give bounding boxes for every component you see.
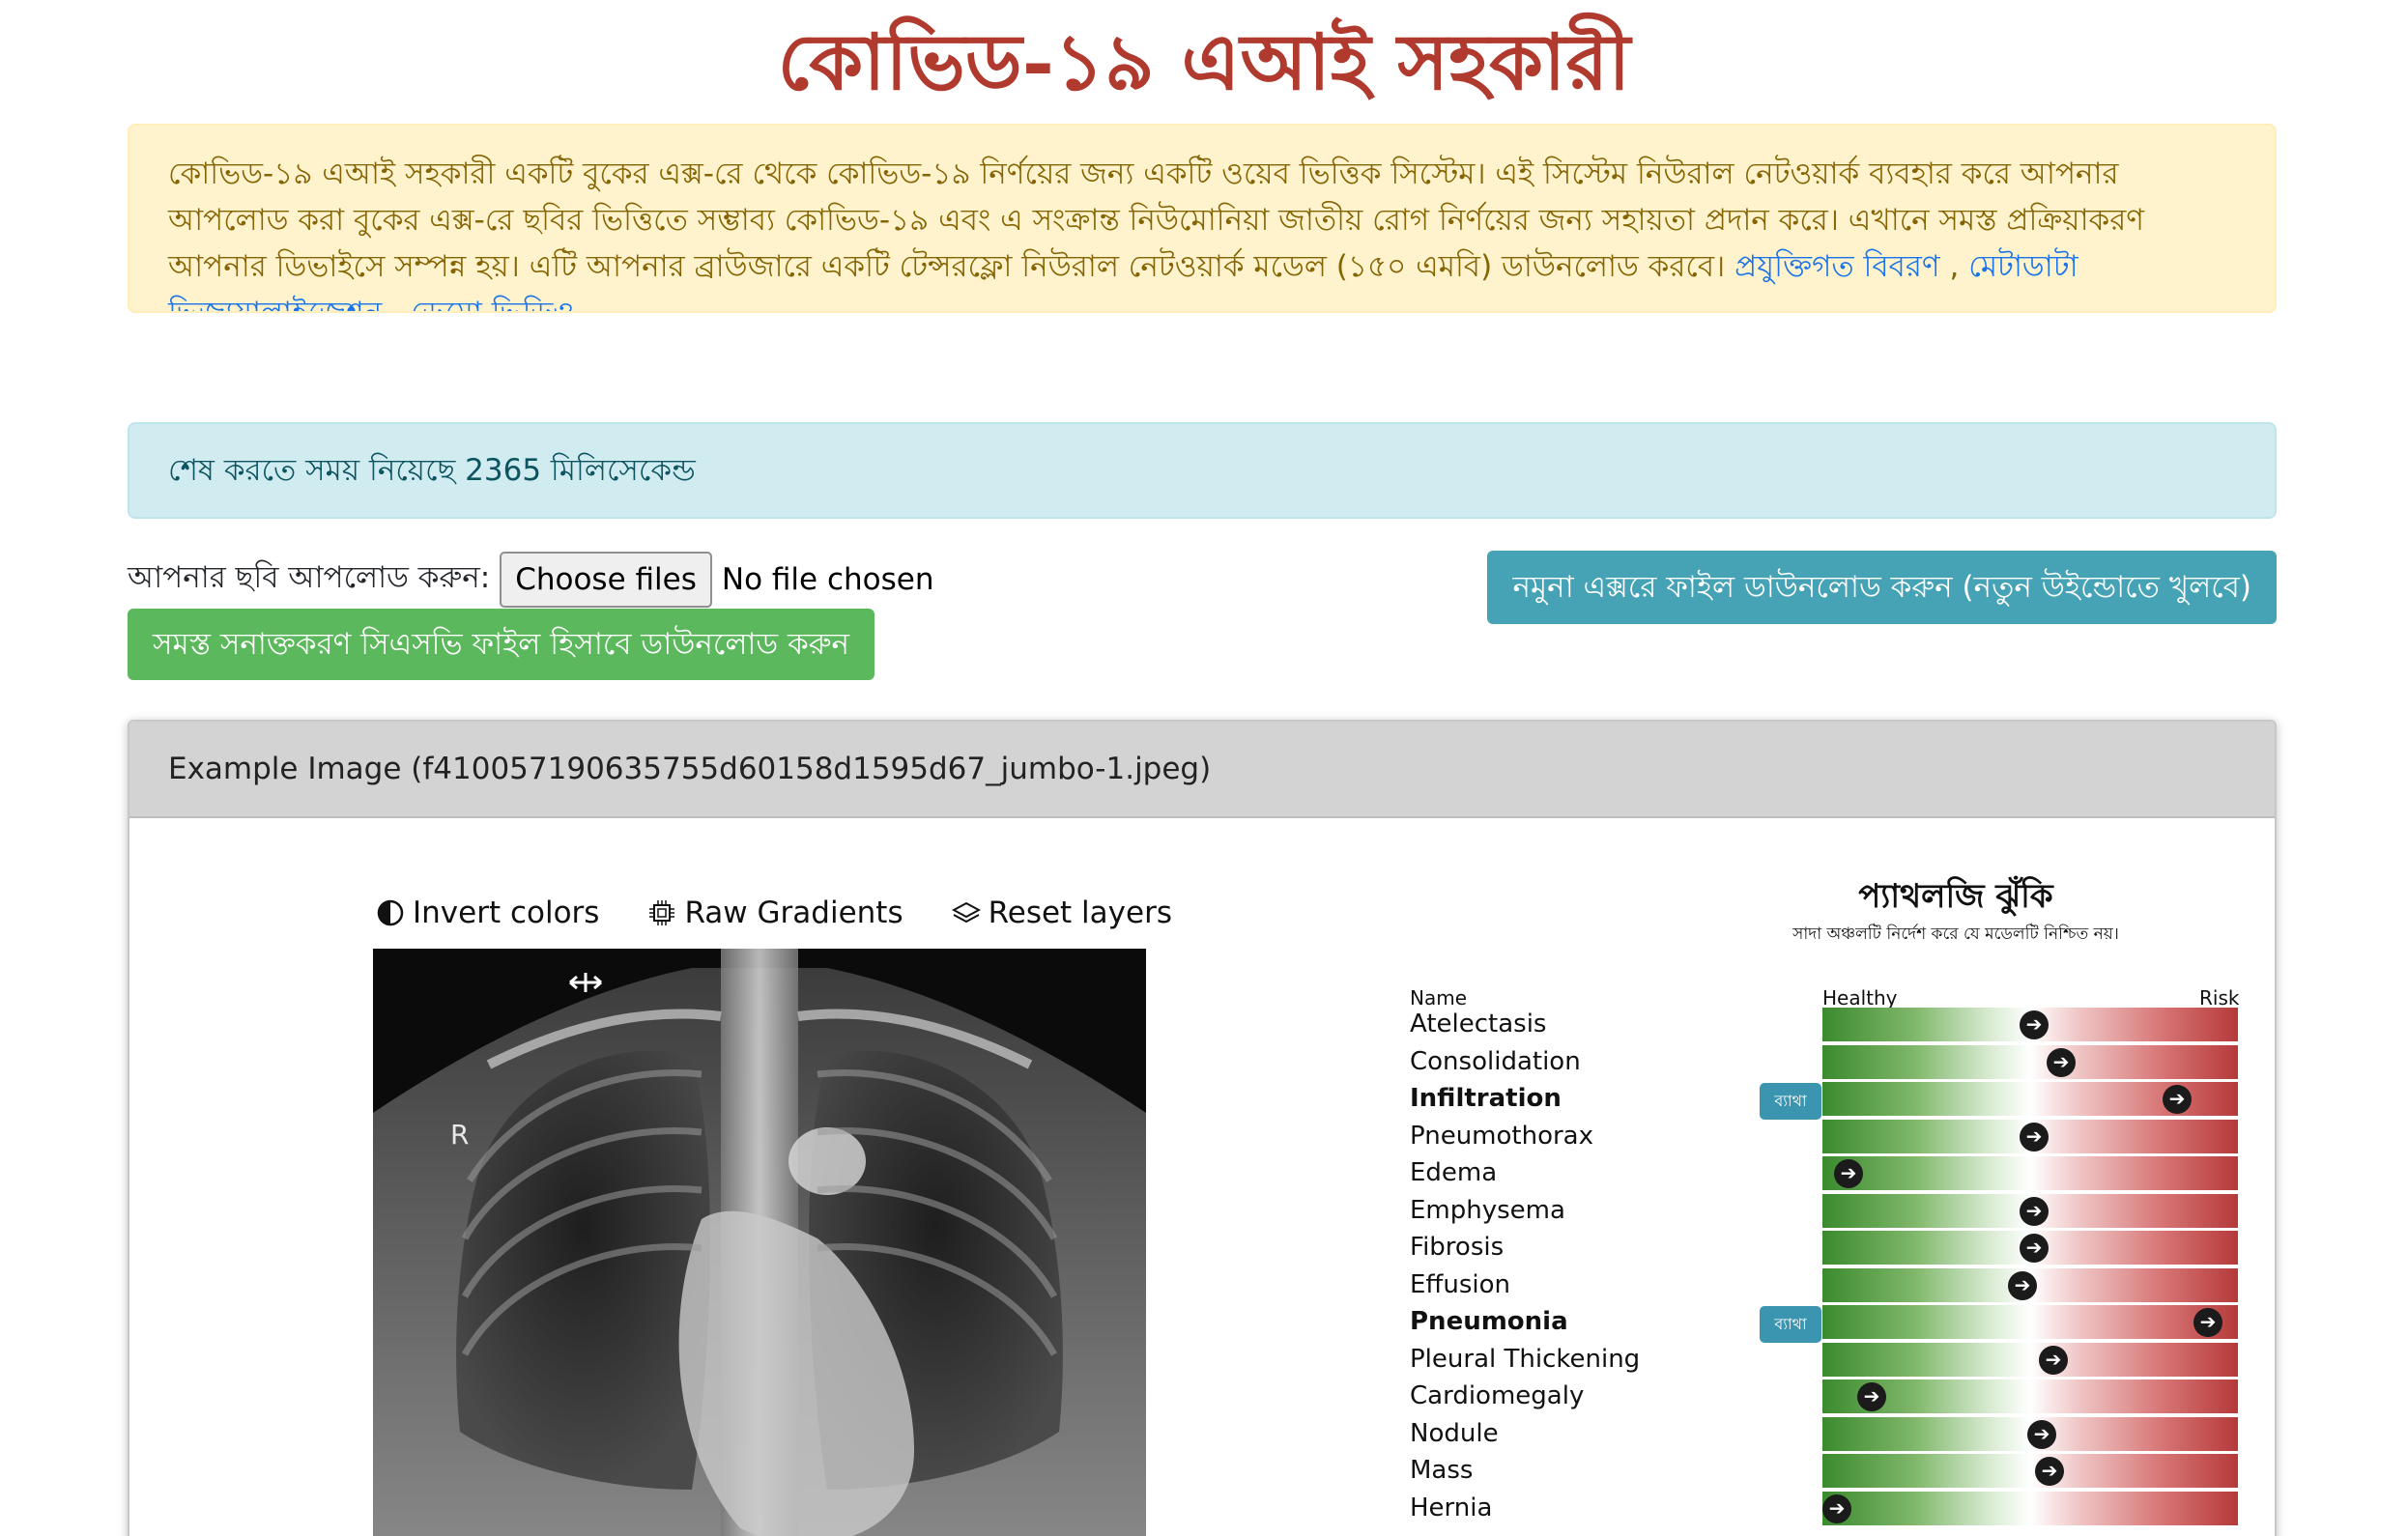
download-csv-button[interactable]: সমস্ত সনাক্তকরণ সিএসভি ফাইল হিসাবে ডাউনল… [128,609,875,680]
pathology-row: Pneumonia ব্যাথা ➔ [1410,1305,2275,1343]
chip-icon [649,900,675,925]
pathology-name: Pneumonia [1410,1307,1568,1336]
arrow-right-icon: ➔ [2035,1457,2064,1486]
arrow-right-icon: ➔ [2020,1196,2049,1226]
pathology-name: Effusion [1410,1269,1510,1299]
example-image-card: Example Image (f410057190635755d60158d15… [128,720,2277,1536]
invert-colors-label: Invert colors [413,896,600,930]
risk-gradient-bar: ➔ [1822,1231,2238,1265]
upload-row: আপনার ছবি আপলোড করুন: Choose files No fi… [128,551,933,609]
risk-gradient-bar: ➔ [1822,1119,2238,1153]
pathology-row: Fibrosis ➔ [1410,1231,2275,1268]
risk-gradient-bar: ➔ [1822,1193,2238,1228]
risk-gradient-bar: ➔ [1822,1454,2238,1488]
pathology-row: Mass ➔ [1410,1454,2275,1492]
risk-gradient-bar: ➔ [1822,1491,2238,1525]
arrow-right-icon: ➔ [2039,1345,2068,1375]
chest-xray-image[interactable]: R [373,949,1146,1536]
pathology-row: Hernia ➔ [1410,1491,2275,1529]
risk-gradient-bar: ➔ [1822,1416,2238,1451]
pathology-name: Nodule [1410,1418,1499,1448]
risk-gradient-bar: ➔ [1822,1044,2238,1079]
pathology-row: Atelectasis ➔ [1410,1008,2275,1045]
choose-files-button[interactable]: Choose files [500,552,712,608]
pathology-name: Fibrosis [1410,1233,1505,1262]
arrow-right-icon: ➔ [2020,1234,2049,1263]
pathology-name: Edema [1410,1158,1498,1187]
pathology-row: Pneumothorax ➔ [1410,1119,2275,1157]
arrow-right-icon: ➔ [2008,1270,2037,1300]
pathology-name: Cardiomegaly [1410,1381,1585,1410]
link-separator: , [1949,249,1960,284]
pathology-row: Nodule ➔ [1410,1416,2275,1455]
pathology-name: Pleural Thickening [1410,1344,1641,1374]
reset-layers-button[interactable]: Reset layers [951,896,1172,930]
arrow-right-icon: ➔ [2020,1010,2049,1039]
pathology-name: Infiltration [1410,1084,1562,1113]
risk-gradient-bar: ➔ [1822,1008,2238,1041]
pathology-row: Edema ➔ [1410,1156,2275,1194]
risk-gradient-bar: ➔ [1822,1380,2238,1413]
link-separator: , [391,296,401,313]
arrow-right-icon: ➔ [2027,1419,2056,1449]
link-technical-details[interactable]: প্রযুক্তিগত বিবরণ [1734,249,1940,284]
pathology-row: Cardiomegaly ➔ [1410,1380,2275,1417]
xray-render [373,949,1146,1536]
column-name-header: Name [1410,986,1468,1010]
upload-label: আপনার ছবি আপলোড করুন: [128,560,491,595]
status-alert: শেষ করতে সময় নিয়েছে 2365 মিলিসেকেন্ড [128,422,2277,519]
arrow-right-icon: ➔ [1834,1159,1863,1188]
pathology-name: Emphysema [1410,1195,1565,1225]
flag-badge[interactable]: ব্যাথা [1760,1306,1821,1343]
risk-gradient-bar: ➔ [1822,1267,2238,1302]
pathology-rows: Atelectasis ➔ Consolidation ➔ Infiltration ব্… [1410,1008,2275,1529]
risk-gradient-bar: ➔ [1822,1342,2238,1377]
contrast-icon [377,899,404,926]
pathology-row: Consolidation ➔ [1410,1044,2275,1083]
download-sample-xray-button[interactable]: নমুনা এক্সরে ফাইল ডাউনলোড করুন (নতুন উইন… [1487,551,2277,624]
raw-gradients-label: Raw Gradients [684,896,903,930]
invert-colors-button[interactable]: Invert colors [376,896,599,930]
risk-gradient-bar: ➔ [1822,1156,2238,1190]
intro-alert: কোভিড-১৯ এআই সহকারী একটি বুকের এক্স-রে থ… [128,124,2277,313]
resize-cursor-icon [569,973,602,992]
pathology-row: Pleural Thickening ➔ [1410,1342,2275,1380]
arrow-right-icon: ➔ [2163,1085,2192,1114]
raw-gradients-button[interactable]: Raw Gradients [647,896,903,930]
pathology-name: Hernia [1410,1493,1493,1522]
flag-badge[interactable]: ব্যাথা [1760,1083,1821,1120]
card-header: Example Image (f410057190635755d60158d15… [129,722,2275,818]
risk-gradient-bar: ➔ [1822,1305,2238,1339]
image-toolbar: Invert colors Raw Gradients Reset layers [376,896,1172,930]
pathology-risk-title: প্যাথলজি ঝুঁকি [1858,877,2053,916]
arrow-right-icon: ➔ [2193,1308,2222,1337]
arrow-right-icon: ➔ [2020,1122,2049,1152]
page-title: কোভিড-১৯ এআই সহকারী [777,16,1631,107]
pathology-name: Consolidation [1410,1046,1581,1076]
link-demo-video[interactable]: ডেমো ভিডিও [411,296,575,311]
column-risk-header: Risk [2199,986,2240,1010]
reset-layers-label: Reset layers [988,896,1172,930]
file-status: No file chosen [721,562,934,597]
risk-gradient-bar: ➔ [1822,1082,2238,1116]
arrow-right-icon: ➔ [1822,1493,1851,1523]
pathology-name: Mass [1410,1456,1474,1485]
page: কোভিড-১৯ এআই সহকারী কোভিড-১৯ এআই সহকারী … [0,0,2408,1536]
arrow-right-icon: ➔ [2047,1047,2076,1077]
pathology-name: Pneumothorax [1410,1121,1593,1151]
pathology-name: Atelectasis [1410,1010,1547,1038]
pathology-row: Emphysema ➔ [1410,1193,2275,1232]
pathology-row: Infiltration ব্যাথা ➔ [1410,1082,2275,1120]
arrow-right-icon: ➔ [1857,1382,1886,1411]
column-healthy-header: Healthy [1822,986,1898,1010]
xray-side-marker: R [450,1119,470,1151]
pathology-risk-subtitle: সাদা অঞ্চলটি নির্দেশ করে যে মডেলটি নিশ্চ… [1792,924,2119,944]
pathology-row: Effusion ➔ [1410,1267,2275,1306]
layers-icon [951,901,981,924]
